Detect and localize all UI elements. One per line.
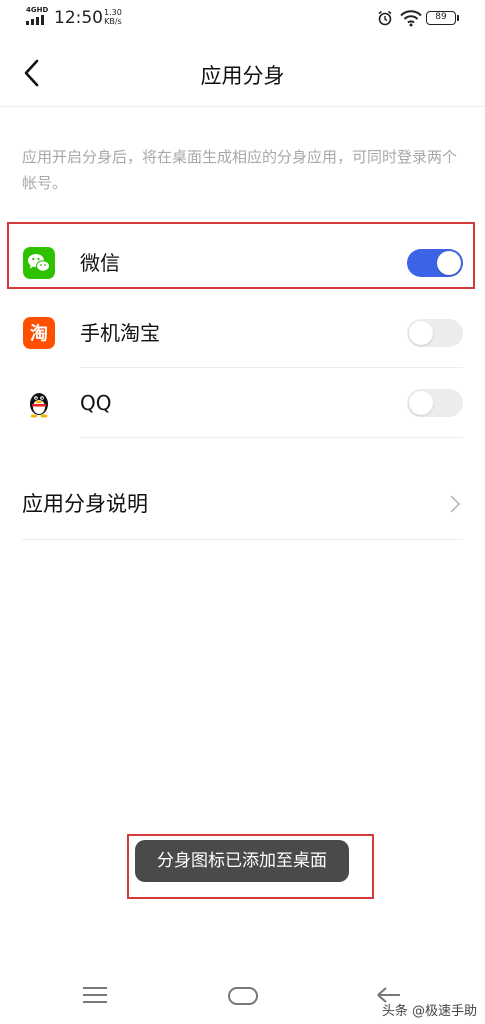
taobao-clone-toggle[interactable]	[407, 319, 463, 347]
network-speed-value: 1.30	[104, 8, 122, 17]
watermark: 头条 @极速手助	[381, 1004, 477, 1019]
qq-clone-toggle[interactable]	[407, 389, 463, 417]
taobao-icon: 淘	[23, 317, 55, 349]
app-row-qq[interactable]: QQ	[0, 368, 485, 438]
signal-icon	[26, 15, 44, 25]
toggle-knob	[409, 391, 433, 415]
app-label: 手机淘宝	[80, 321, 160, 345]
row-divider	[22, 539, 463, 540]
home-icon[interactable]	[225, 980, 261, 1010]
wifi-icon	[400, 10, 422, 27]
status-bar: 4GHD 12:50 1.30 KB/s 89	[0, 0, 485, 40]
app-row-taobao[interactable]: 淘 手机淘宝	[0, 298, 485, 368]
svg-text:淘: 淘	[30, 323, 48, 345]
app-label: QQ	[80, 391, 112, 415]
highlight-box-wechat	[7, 222, 475, 289]
row-divider	[80, 437, 463, 438]
clone-help-row[interactable]: 应用分身说明	[0, 468, 485, 540]
menu-icon[interactable]	[78, 980, 112, 1010]
network-speed: 1.30 KB/s	[104, 8, 122, 26]
toggle-knob	[409, 321, 433, 345]
description-text: 应用开启分身后，将在桌面生成相应的分身应用，可同时登录两个帐号。	[22, 148, 458, 192]
battery-indicator: 89	[426, 11, 459, 25]
chevron-right-icon	[450, 495, 461, 513]
alarm-icon	[378, 10, 392, 26]
highlight-box-toast	[127, 834, 374, 899]
page-title: 应用分身	[200, 64, 285, 88]
qq-penguin-icon	[23, 387, 55, 419]
app-header: 应用分身	[0, 40, 485, 107]
network-type: 4GHD	[26, 6, 49, 14]
help-label: 应用分身说明	[22, 492, 148, 516]
network-speed-unit: KB/s	[104, 17, 122, 26]
clock: 12:50	[54, 8, 103, 28]
